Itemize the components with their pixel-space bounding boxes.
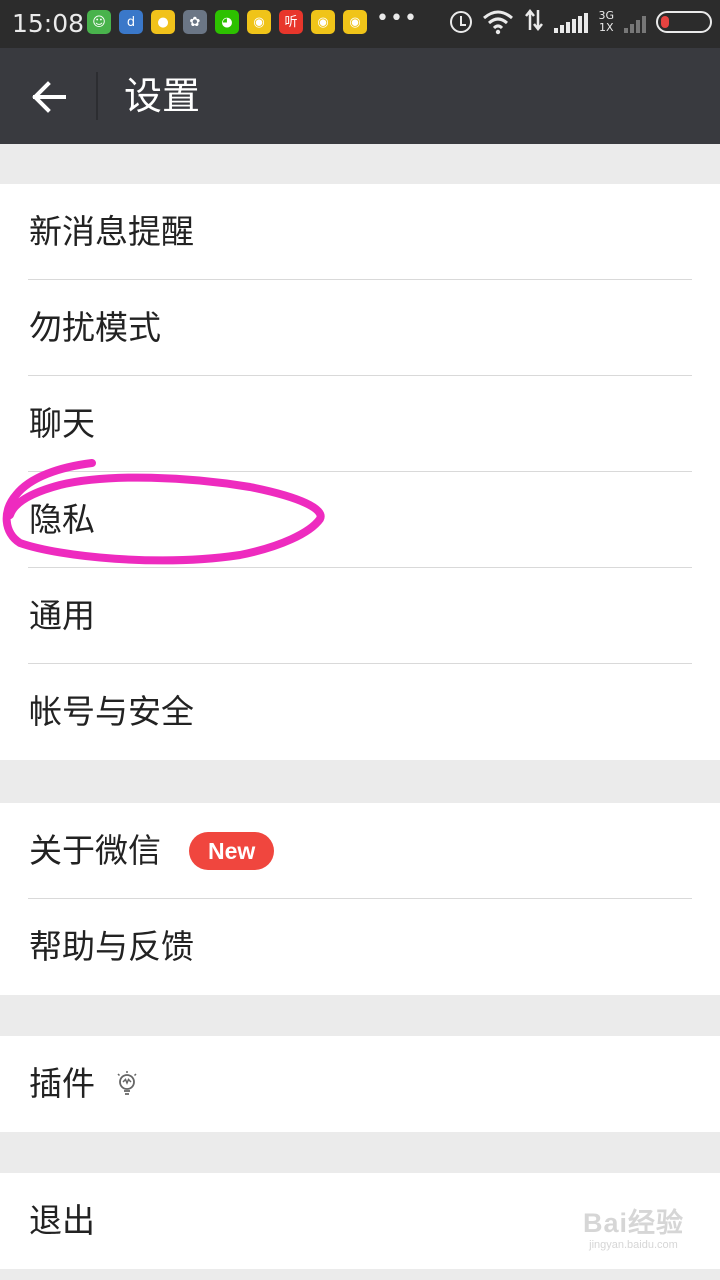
settings-item-label: 帮助与反馈 [29, 927, 194, 966]
signal-strength-secondary-icon [624, 11, 646, 33]
wechat-icon: ◕ [215, 10, 239, 34]
network-type-1x: 1X [598, 21, 614, 34]
settings-item-label: 关于微信 [29, 831, 161, 870]
data-transfer-icon [524, 8, 544, 36]
settings-item-plugins[interactable]: 插件 [0, 1036, 720, 1132]
battery-icon [656, 11, 712, 33]
settings-item-label: 勿扰模式 [29, 308, 161, 347]
settings-item-account-security[interactable]: 帐号与安全 [0, 664, 720, 760]
settings-item-chats[interactable]: 聊天 [0, 376, 720, 472]
ting-icon: 听 [279, 10, 303, 34]
status-bar: 15:08 ☺ d ● ✿ ◕ ◉ 听 ◉ ◉ ••• 3G 1X [0, 0, 720, 48]
app-icon-gray: ✿ [183, 10, 207, 34]
settings-group-plugins: 插件 [0, 1036, 720, 1132]
settings-item-label: 退出 [29, 1201, 95, 1240]
app-icon-green: ☺ [87, 10, 111, 34]
settings-item-about-wechat[interactable]: 关于微信 New [0, 803, 720, 899]
settings-item-label: 隐私 [29, 500, 95, 539]
app-icon-yellow: ● [151, 10, 175, 34]
settings-item-privacy[interactable]: 隐私 [0, 472, 720, 568]
network-type: 3G 1X [598, 10, 614, 34]
weibo-icon: ◉ [343, 10, 367, 34]
settings-group-main: 新消息提醒 勿扰模式 聊天 隐私 通用 帐号与安全 [0, 184, 720, 760]
notification-icons: ☺ d ● ✿ ◕ ◉ 听 ◉ ◉ [87, 10, 367, 34]
settings-item-label: 帐号与安全 [29, 692, 194, 731]
watermark-logo: Bai经验 [582, 1208, 684, 1238]
weibo-icon: ◉ [247, 10, 271, 34]
watermark: Bai经验 jingyan.baidu.com [583, 1208, 684, 1252]
arrow-left-icon [32, 81, 66, 113]
settings-item-general[interactable]: 通用 [0, 568, 720, 664]
app-icon-blue: d [119, 10, 143, 34]
new-badge: New [189, 832, 275, 870]
signal-strength-icon [554, 11, 589, 33]
lightbulb-icon [117, 1071, 137, 1095]
watermark-url: jingyan.baidu.com [589, 1239, 678, 1251]
settings-item-label: 聊天 [29, 404, 95, 443]
settings-item-new-message-alerts[interactable]: 新消息提醒 [0, 184, 720, 280]
page-title: 设置 [124, 74, 201, 118]
alarm-clock-icon [450, 11, 473, 33]
settings-item-label: 新消息提醒 [29, 212, 194, 251]
settings-item-label: 通用 [29, 596, 95, 635]
title-bar: 设置 [0, 48, 720, 144]
status-time: 15:08 [12, 9, 85, 38]
settings-item-do-not-disturb[interactable]: 勿扰模式 [0, 280, 720, 376]
more-notifications-icon: ••• [376, 6, 418, 31]
back-button[interactable] [24, 72, 74, 122]
title-divider [96, 72, 98, 120]
settings-item-help-feedback[interactable]: 帮助与反馈 [0, 899, 720, 995]
wifi-icon [482, 9, 514, 35]
settings-group-about: 关于微信 New 帮助与反馈 [0, 803, 720, 995]
weibo-icon: ◉ [311, 10, 335, 34]
settings-item-label: 插件 [29, 1064, 95, 1103]
system-indicators: 3G 1X [450, 8, 712, 36]
